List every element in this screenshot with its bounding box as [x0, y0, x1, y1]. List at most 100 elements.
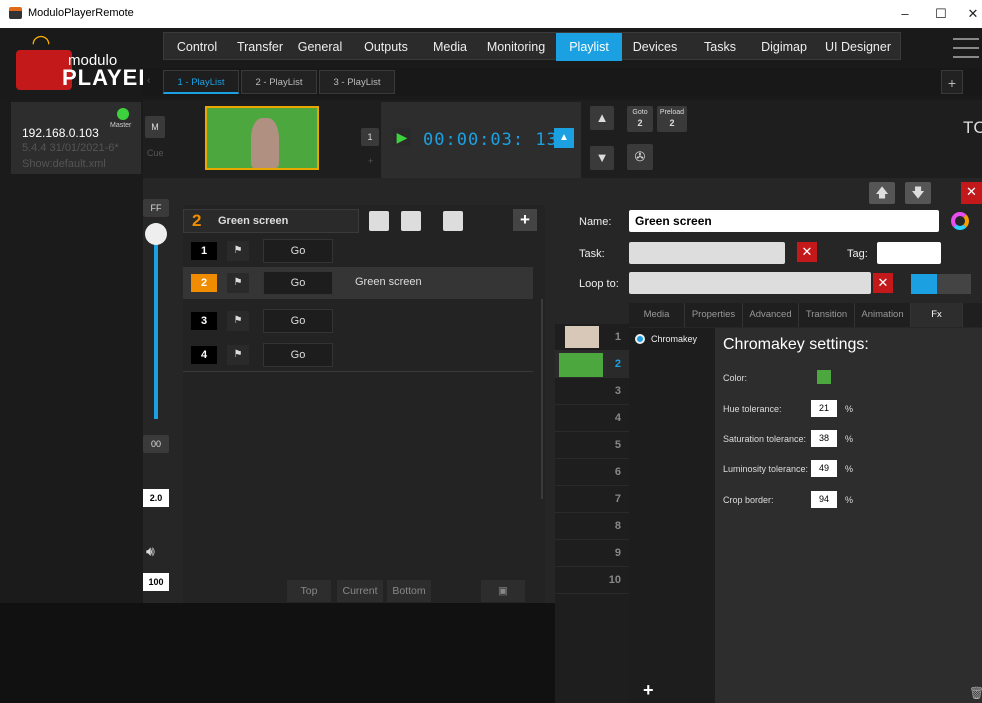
menu-outputs[interactable]: Outputs [350, 33, 422, 61]
crop-input[interactable]: 94 [811, 491, 837, 508]
tc-label: TC [963, 118, 982, 137]
menu-ui-designer[interactable]: UI Designer [816, 33, 900, 61]
menu-tasks[interactable]: Tasks [688, 33, 752, 61]
image-icon[interactable]: ▣ [481, 580, 525, 602]
top-button[interactable]: Top [287, 580, 331, 602]
minimize-button[interactable]: – [890, 4, 920, 24]
tab-fx[interactable]: Fx [911, 303, 963, 327]
layers-icon[interactable] [443, 211, 463, 231]
saturation-label: Saturation tolerance: [723, 434, 807, 444]
luminosity-input[interactable]: 49 [811, 460, 837, 477]
device-sidebar: Master 192.168.0.103 5.4.4 31/01/2021-6*… [0, 100, 143, 603]
menu-transfer[interactable]: Transfer [230, 33, 290, 61]
cue-num: 1 [191, 242, 217, 260]
paste-cue-icon[interactable] [369, 211, 389, 231]
tab-transition[interactable]: Transition [799, 303, 855, 327]
tab-playlist-1[interactable]: 1 - PlayList [163, 70, 239, 94]
zero-button[interactable]: 00 [143, 435, 169, 453]
cue-row-3[interactable]: 3 ⚑ Go [183, 305, 533, 337]
skip-bottom-icon[interactable]: ▼ [590, 146, 614, 170]
tag-input[interactable] [877, 242, 941, 264]
cue-number-8[interactable]: 8 [555, 513, 629, 540]
logo-text-player: PLAYER [62, 65, 156, 90]
goto-button[interactable]: Goto 2 [627, 106, 653, 132]
cue-number-1[interactable]: 1 [555, 324, 629, 351]
speed-slider[interactable] [145, 223, 171, 423]
tab-animation[interactable]: Animation [855, 303, 911, 327]
cue-number-10[interactable]: 10 [555, 567, 629, 594]
cue-row-4[interactable]: 4 ⚑ Go [183, 339, 533, 371]
add-tab-button[interactable]: + [941, 70, 963, 94]
hue-input[interactable]: 21 [811, 400, 837, 417]
menu-devices[interactable]: Devices [624, 33, 686, 61]
m-button[interactable]: M [145, 116, 165, 138]
task-input[interactable] [629, 242, 785, 264]
cue-number-4[interactable]: 4 [555, 405, 629, 432]
tab-advanced[interactable]: Advanced [743, 303, 799, 327]
color-label: Color: [723, 373, 748, 383]
tab-playlist-2[interactable]: 2 - PlayList [241, 70, 317, 94]
name-input[interactable]: Green screen [629, 210, 939, 232]
checker-flag-icon[interactable]: ⚑ [227, 311, 249, 331]
cue-number-6[interactable]: 6 [555, 459, 629, 486]
document-icon[interactable] [401, 211, 421, 231]
cue-header: 2 Green screen [183, 209, 359, 233]
preload-button[interactable]: Preload 2 [657, 106, 687, 132]
menu-general[interactable]: General [290, 33, 350, 61]
go-button[interactable]: Go [263, 309, 333, 333]
status-dot-icon [117, 108, 129, 120]
volume-value[interactable]: 100 [143, 573, 169, 591]
menu-monitoring[interactable]: Monitoring [478, 33, 554, 61]
menu-digimap[interactable]: Digimap [752, 33, 816, 61]
tab-scroll-left-icon[interactable]: ‹ [147, 75, 150, 86]
speed-value[interactable]: 2.0 [143, 489, 169, 507]
hamburger-menu-icon[interactable] [953, 38, 979, 58]
bottom-button[interactable]: Bottom [387, 580, 431, 602]
current-button[interactable]: Current [337, 580, 383, 602]
menu-media[interactable]: Media [422, 33, 478, 61]
checker-flag-icon[interactable]: ⚑ [227, 273, 249, 293]
go-button[interactable]: Go [263, 271, 333, 295]
eye-icon[interactable] [635, 334, 645, 344]
slider-knob[interactable] [145, 223, 167, 245]
cue-row-1[interactable]: 1 ⚑ Go [183, 235, 533, 267]
volume-icon[interactable]: 🔊︎ [146, 543, 155, 560]
color-wheel-icon[interactable] [951, 212, 969, 230]
saturation-input[interactable]: 38 [811, 430, 837, 447]
ff-button[interactable]: FF [143, 199, 169, 217]
skip-top-icon[interactable]: ▲ [590, 106, 614, 130]
menu-control[interactable]: Control [164, 33, 230, 61]
preload-label: Preload [659, 109, 685, 116]
checker-flag-icon[interactable]: ⚑ [227, 345, 249, 365]
go-button[interactable]: Go [263, 239, 333, 263]
clear-loop-icon[interactable]: ✕ [873, 273, 893, 293]
cue-number-2[interactable]: 2 [555, 351, 629, 378]
device-card[interactable]: Master 192.168.0.103 5.4.4 31/01/2021-6*… [11, 102, 141, 174]
footprints-icon[interactable]: ✇ [627, 144, 653, 170]
tab-properties[interactable]: Properties [685, 303, 743, 327]
play-icon[interactable]: ▶ [393, 128, 411, 146]
fx-item-chromakey[interactable]: Chromakey [635, 332, 711, 348]
go-button[interactable]: Go [263, 343, 333, 367]
color-swatch[interactable] [817, 370, 831, 384]
loop-input[interactable] [629, 272, 871, 294]
trash-icon[interactable]: 🗑︎ [969, 686, 982, 700]
clear-task-icon[interactable]: ✕ [797, 242, 817, 262]
add-cue-button[interactable]: + [513, 209, 537, 231]
cue-number-7[interactable]: 7 [555, 486, 629, 513]
tab-playlist-3[interactable]: 3 - PlayList [319, 70, 395, 94]
close-button[interactable]: ✕ [958, 4, 982, 24]
timecode-up-icon[interactable]: ▲ [554, 128, 574, 148]
add-fx-button[interactable]: + [643, 680, 654, 701]
maximize-button[interactable]: ☐ [926, 4, 956, 24]
fx-list: Chromakey + [629, 328, 715, 703]
cue-number-3[interactable]: 3 [555, 378, 629, 405]
cue-number-9[interactable]: 9 [555, 540, 629, 567]
cue-row-2[interactable]: 2 ⚑ Go Green screen [183, 267, 533, 299]
menu-playlist[interactable]: Playlist [556, 33, 622, 61]
tab-media[interactable]: Media [629, 303, 685, 327]
checker-flag-icon[interactable]: ⚑ [227, 241, 249, 261]
cue-number-5[interactable]: 5 [555, 432, 629, 459]
list-scrollbar[interactable] [541, 299, 543, 499]
loop-toggle[interactable] [911, 274, 971, 294]
